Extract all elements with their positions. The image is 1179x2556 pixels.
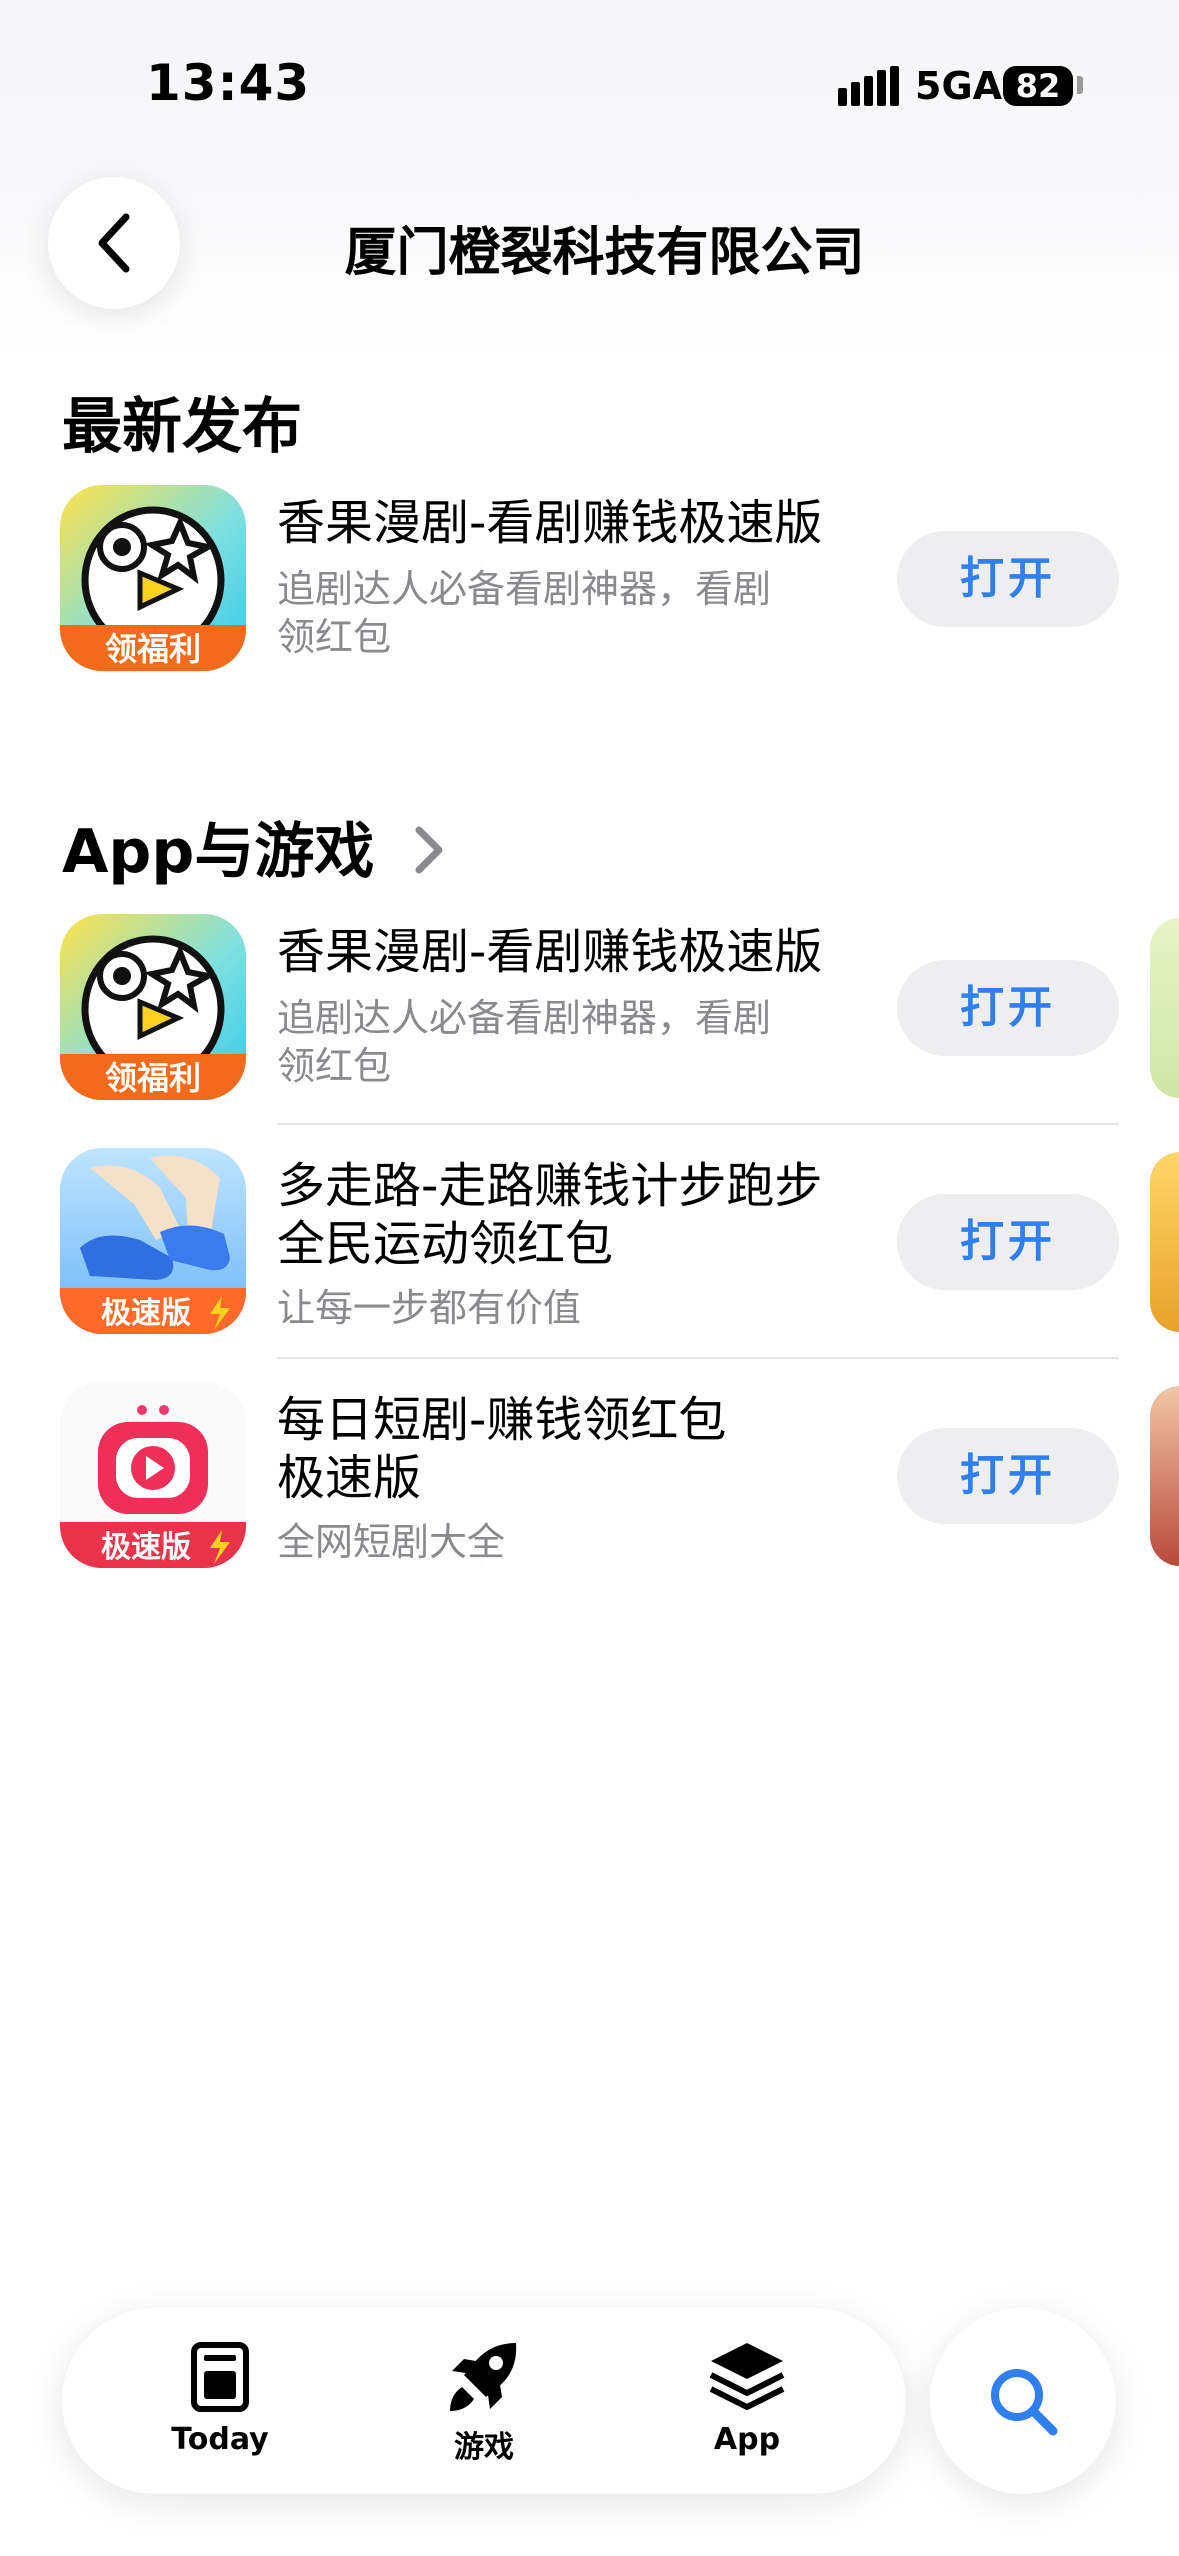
app-name-line2: 极速版 [277, 1450, 422, 1506]
next-page-app-icon[interactable] [1150, 1152, 1179, 1332]
app-row[interactable]: 领福利 香果漫剧-看剧赚钱极速版 追剧达人必备看剧神器，看剧 领红包 打开 [0, 914, 1179, 1114]
app-name: 香果漫剧-看剧赚钱极速版 [277, 495, 823, 551]
app-row[interactable]: 极速版 多走路-走路赚钱计步跑步 全民运动领红包 让每一步都有价值 打开 [0, 1148, 1179, 1348]
badge-text: 领福利 [105, 630, 201, 668]
chevron-right-icon [415, 826, 443, 874]
tab-label: 游戏 [454, 2430, 514, 2465]
network-label: 5GA [915, 64, 1003, 108]
tab-app[interactable]: App [647, 2332, 847, 2457]
app-subtitle: 让每一步都有价值 [277, 1286, 582, 1330]
tab-today[interactable]: Today [120, 2332, 320, 2457]
open-button[interactable]: 打开 [897, 960, 1119, 1056]
signal-icon [838, 66, 899, 106]
page-title: 厦门橙裂科技有限公司 [344, 223, 865, 283]
row-divider [277, 1357, 1119, 1359]
tab-bar: Today 游戏 App [62, 2308, 906, 2494]
app-subtitle-line1: 追剧达人必备看剧神器，看剧 [277, 567, 772, 611]
badge-text: 极速版 [101, 1530, 191, 1565]
next-page-app-icon[interactable] [1150, 1386, 1179, 1566]
app-name-line1: 每日短剧-赚钱领红包 [277, 1392, 727, 1448]
battery-tip [1077, 76, 1083, 94]
today-icon [191, 2342, 249, 2412]
tab-games[interactable]: 游戏 [384, 2332, 584, 2466]
duozoulu-icon: 极速版 [60, 1148, 246, 1334]
rocket-icon [450, 2343, 517, 2411]
section-title-latest: 最新发布 [62, 392, 302, 462]
badge-text: 领福利 [105, 1059, 201, 1097]
app-subtitle-line1: 追剧达人必备看剧神器，看剧 [277, 996, 772, 1040]
app-row[interactable]: 极速版 每日短剧-赚钱领红包 极速版 全网短剧大全 打开 [0, 1382, 1179, 1582]
section-title-apps-games[interactable]: App与游戏 [62, 803, 447, 890]
battery-level: 82 [1003, 66, 1073, 106]
search-icon [991, 2369, 1058, 2436]
layers-icon [709, 2343, 785, 2410]
meiri-duanju-icon: 极速版 [60, 1382, 246, 1568]
app-subtitle-line2: 领红包 [277, 1044, 392, 1088]
status-time: 13:43 [146, 54, 311, 112]
xiangguo-icon: 领福利 [60, 914, 246, 1100]
app-subtitle: 全网短剧大全 [277, 1520, 506, 1564]
next-page-app-icon[interactable] [1150, 918, 1179, 1098]
open-button[interactable]: 打开 [897, 1194, 1119, 1290]
xiangguo-icon: 领福利 [60, 485, 246, 671]
latest-app-row[interactable]: 领福利 香果漫剧-看剧赚钱极速版 追剧达人必备看剧神器，看剧 领红包 打开 [0, 485, 1179, 685]
badge-text: 极速版 [101, 1296, 191, 1331]
row-divider [277, 1123, 1119, 1125]
section-heading-text: App与游戏 [62, 817, 375, 887]
tab-label: App [713, 2422, 781, 2457]
tab-label: Today [171, 2422, 269, 2457]
app-name-line1: 多走路-走路赚钱计步跑步 [277, 1158, 823, 1214]
search-button[interactable] [930, 2308, 1116, 2494]
open-button[interactable]: 打开 [897, 531, 1119, 627]
app-name: 香果漫剧-看剧赚钱极速版 [277, 924, 823, 980]
app-name-line2: 全民运动领红包 [277, 1216, 614, 1272]
open-button[interactable]: 打开 [897, 1428, 1119, 1524]
app-subtitle-line2: 领红包 [277, 615, 392, 659]
